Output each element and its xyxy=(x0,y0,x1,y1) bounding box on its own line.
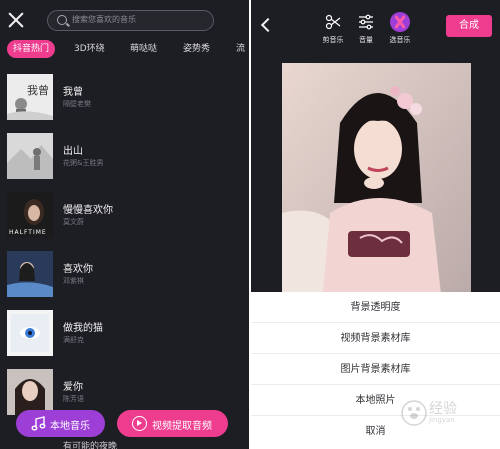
paw-icon xyxy=(401,400,427,426)
local-music-button[interactable]: 本地音乐 xyxy=(16,410,105,437)
compose-button[interactable]: 合成 xyxy=(446,15,492,37)
tab-more[interactable]: 流 xyxy=(236,40,245,58)
play-circle-icon xyxy=(132,416,147,431)
local-music-label: 本地音乐 xyxy=(50,421,90,432)
song-artist: 邓紫棋 xyxy=(63,277,84,285)
background-photo xyxy=(282,63,471,303)
watermark-subtext: jingyan xyxy=(429,416,455,424)
album-cover xyxy=(7,133,53,179)
album-cover xyxy=(7,251,53,297)
song-title: 我曾 xyxy=(63,87,83,98)
album-cover-text: 我曾 xyxy=(27,84,49,97)
album-cover: 我曾 xyxy=(7,74,53,120)
tab-douyin-hot[interactable]: 抖音热门 xyxy=(7,40,56,58)
song-title: 喜欢你 xyxy=(63,264,93,275)
tool-label: 选音乐 xyxy=(389,36,411,44)
background-editor-screen: 剪音乐 音量 选音乐 合成 背景透明度 视频背景素材库 图片背景素材库 本地照片… xyxy=(251,0,500,449)
song-artist: 陈芳语 xyxy=(63,395,84,403)
sliders-icon xyxy=(359,14,373,30)
list-item[interactable]: 出山 花粥&王胜男 xyxy=(0,130,249,188)
scissors-icon xyxy=(325,14,341,30)
album-cover-text: HALFTIME xyxy=(9,229,47,236)
song-title: 爱你 xyxy=(63,382,83,393)
song-title: 慢慢喜欢你 xyxy=(63,205,113,216)
tab-cute[interactable]: 萌哒哒 xyxy=(130,40,157,58)
song-title: 出山 xyxy=(63,146,83,157)
song-artist: 花粥&王胜男 xyxy=(63,159,104,167)
list-item[interactable]: 我曾 我曾 隔壁老樊 xyxy=(0,71,249,129)
song-title: 做我的猫 xyxy=(63,323,103,334)
back-arrow-icon[interactable] xyxy=(260,17,276,33)
search-icon xyxy=(57,15,67,25)
song-artist: 满舒克 xyxy=(63,336,84,344)
tab-3d-surround[interactable]: 3D环绕 xyxy=(74,40,105,58)
search-input[interactable]: 搜索您喜欢的音乐 xyxy=(47,10,214,31)
option-video-background-library[interactable]: 视频背景素材库 xyxy=(251,323,500,354)
music-note-icon xyxy=(31,416,46,431)
song-artist: 莫文蔚 xyxy=(63,218,84,226)
album-cover xyxy=(7,310,53,356)
category-tabs: 抖音热门 3D环绕 萌哒哒 姿势秀 流 xyxy=(0,40,249,58)
option-image-background-library[interactable]: 图片背景素材库 xyxy=(251,354,500,385)
watermark: 经验 jingyan xyxy=(399,396,499,430)
select-music-button[interactable]: 选音乐 xyxy=(380,12,420,44)
album-cover xyxy=(7,369,53,415)
tab-pose-show[interactable]: 姿势秀 xyxy=(183,40,210,58)
option-background-opacity[interactable]: 背景透明度 xyxy=(251,292,500,323)
watermark-text: 经验 xyxy=(429,401,457,417)
album-cover: HALFTIME xyxy=(7,192,53,238)
list-item[interactable]: HALFTIME 慢慢喜欢你 莫文蔚 xyxy=(0,189,249,247)
music-disc-icon xyxy=(390,12,410,32)
video-extract-audio-button[interactable]: 视频提取音频 xyxy=(117,410,228,437)
music-library-screen: 搜索您喜欢的音乐 抖音热门 3D环绕 萌哒哒 姿势秀 流 我曾 我曾 隔壁老樊 xyxy=(0,0,249,449)
song-title[interactable]: 有可能的夜晚 xyxy=(63,439,117,449)
video-extract-label: 视频提取音频 xyxy=(152,421,212,432)
search-placeholder: 搜索您喜欢的音乐 xyxy=(72,15,136,24)
list-item[interactable]: 喜欢你 邓紫棋 xyxy=(0,248,249,306)
list-item[interactable]: 做我的猫 满舒克 xyxy=(0,307,249,365)
close-icon[interactable] xyxy=(7,11,25,29)
song-artist: 隔壁老樊 xyxy=(63,100,91,108)
